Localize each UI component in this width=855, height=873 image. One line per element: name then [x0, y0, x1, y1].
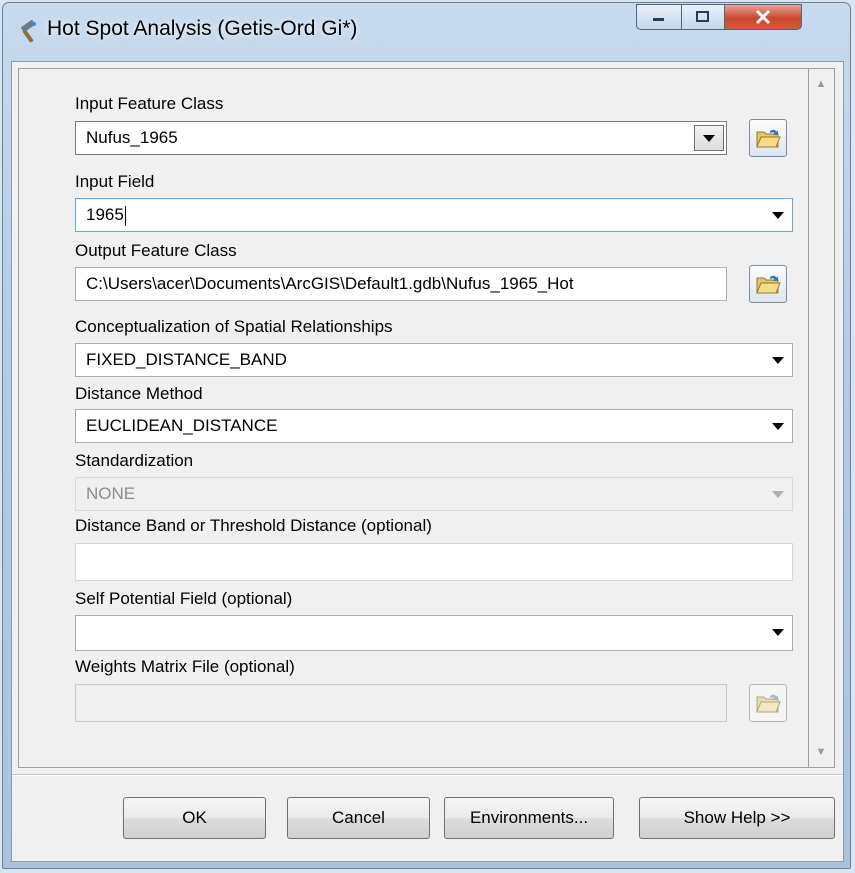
input-feature-class-value: Nufus_1965	[86, 128, 178, 147]
close-button[interactable]	[724, 4, 802, 30]
self-potential-field-label: Self Potential Field (optional)	[75, 589, 293, 608]
text-cursor	[124, 205, 126, 226]
standardization-label: Standardization	[75, 451, 194, 470]
show-help-button[interactable]: Show Help >>	[639, 797, 835, 839]
chevron-down-icon	[772, 357, 784, 364]
environments-button[interactable]: Environments...	[444, 797, 614, 839]
distance-method-label: Distance Method	[75, 384, 203, 403]
scroll-up-arrow-icon[interactable]: ▲	[809, 73, 833, 95]
output-feature-class-label: Output Feature Class	[75, 241, 237, 260]
cancel-button[interactable]: Cancel	[287, 797, 430, 839]
distance-method-value: EUCLIDEAN_DISTANCE	[86, 416, 278, 435]
scroll-down-arrow-icon[interactable]: ▼	[809, 741, 833, 763]
input-feature-class-label: Input Feature Class	[75, 94, 224, 113]
distance-method-select[interactable]: EUCLIDEAN_DISTANCE	[75, 409, 793, 443]
dialog-body: Input Feature Class Nufus_1965 Input Fie…	[11, 61, 844, 862]
chevron-down-icon	[703, 135, 715, 142]
chevron-down-icon	[772, 212, 784, 219]
close-icon	[755, 9, 771, 25]
open-folder-icon	[756, 694, 781, 713]
chevron-down-icon	[772, 423, 784, 430]
window-title: Hot Spot Analysis (Getis-Ord Gi*)	[47, 17, 358, 40]
input-feature-class-combo[interactable]: Nufus_1965	[75, 121, 727, 155]
input-feature-class-browse-button[interactable]	[749, 119, 787, 157]
distance-band-input[interactable]	[75, 543, 793, 581]
weights-matrix-file-input	[75, 684, 727, 722]
conceptualization-value: FIXED_DISTANCE_BAND	[86, 350, 287, 369]
maximize-icon	[696, 11, 709, 22]
weights-matrix-file-browse-button	[749, 684, 787, 722]
button-bar-divider	[12, 774, 843, 776]
parameters-panel: Input Feature Class Nufus_1965 Input Fie…	[18, 68, 809, 768]
open-folder-icon	[756, 275, 781, 294]
output-feature-class-input[interactable]: C:\Users\acer\Documents\ArcGIS\Default1.…	[75, 267, 727, 301]
minimize-button[interactable]	[636, 4, 682, 30]
input-feature-class-dropdown-button[interactable]	[694, 125, 724, 151]
standardization-value: NONE	[86, 484, 136, 503]
input-field-label: Input Field	[75, 172, 155, 191]
chevron-down-icon	[772, 491, 784, 498]
output-feature-class-value: C:\Users\acer\Documents\ArcGIS\Default1.…	[86, 274, 574, 293]
output-feature-class-browse-button[interactable]	[749, 265, 787, 303]
input-field-combo[interactable]: 1965	[75, 198, 793, 232]
hammer-tool-icon	[17, 19, 41, 44]
title-bar[interactable]: Hot Spot Analysis (Getis-Ord Gi*)	[3, 3, 850, 61]
distance-band-label: Distance Band or Threshold Distance (opt…	[75, 516, 432, 535]
conceptualization-select[interactable]: FIXED_DISTANCE_BAND	[75, 343, 793, 377]
self-potential-field-select[interactable]	[75, 615, 793, 651]
conceptualization-label: Conceptualization of Spatial Relationshi…	[75, 317, 393, 336]
weights-matrix-file-label: Weights Matrix File (optional)	[75, 657, 295, 676]
vertical-scrollbar[interactable]: ▲ ▼	[809, 68, 835, 768]
ok-button[interactable]: OK	[123, 797, 266, 839]
maximize-button[interactable]	[681, 4, 725, 30]
dialog-window: Hot Spot Analysis (Getis-Ord Gi*) Input …	[2, 2, 851, 869]
input-field-value: 1965	[86, 205, 124, 224]
open-folder-icon	[756, 129, 781, 148]
minimize-icon	[653, 18, 664, 21]
standardization-select: NONE	[75, 477, 793, 511]
chevron-down-icon	[772, 629, 784, 636]
